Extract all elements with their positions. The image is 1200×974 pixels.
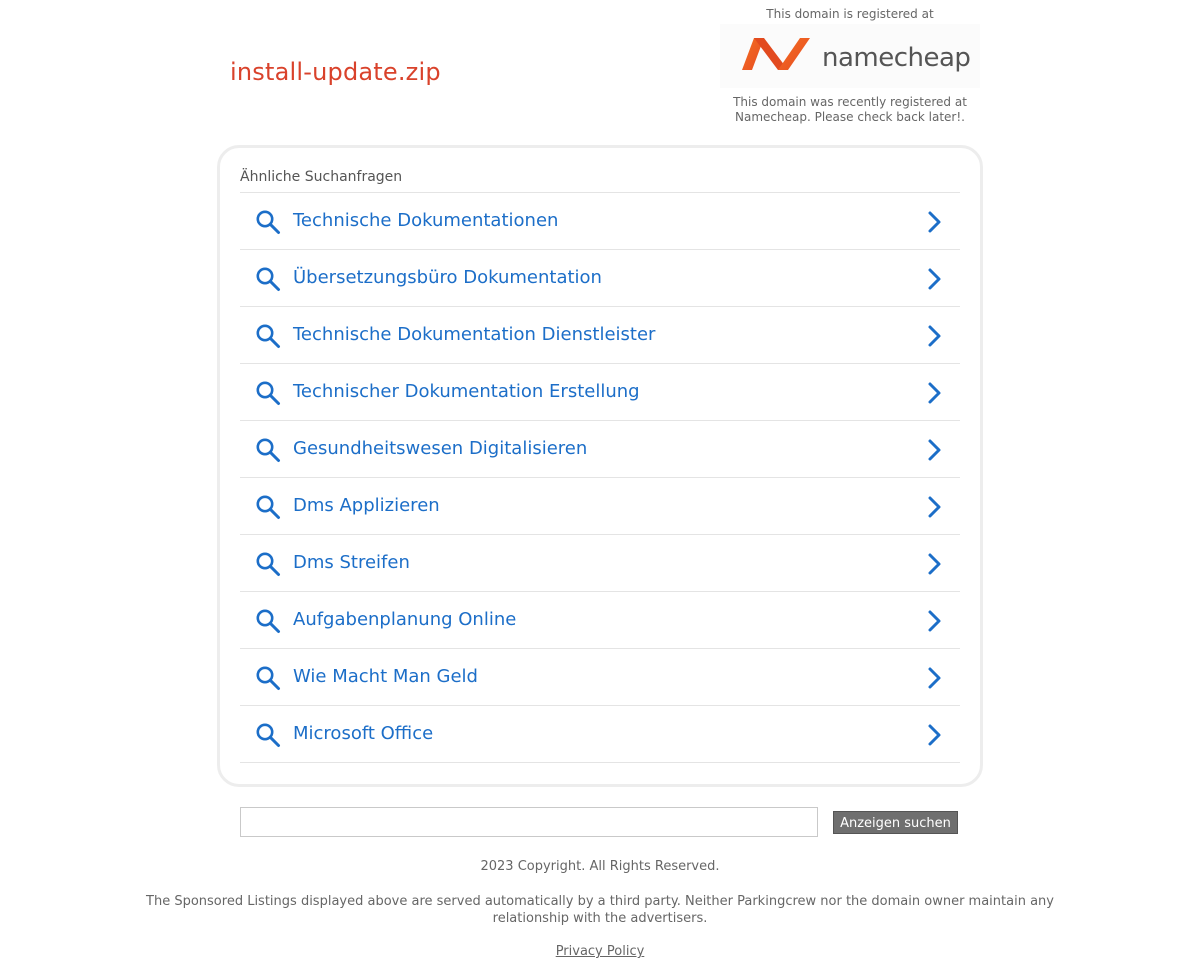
chevron-right-icon bbox=[924, 437, 946, 467]
search-icon bbox=[255, 551, 281, 581]
related-search-label: Dms Streifen bbox=[293, 552, 410, 573]
related-search-link[interactable]: Aufgabenplanung Online bbox=[240, 592, 960, 649]
domain-title: install-update.zip bbox=[230, 58, 441, 86]
chevron-right-icon bbox=[924, 266, 946, 296]
related-search-link[interactable]: Wie Macht Man Geld bbox=[240, 649, 960, 706]
chevron-right-icon bbox=[924, 551, 946, 581]
related-search-label: Microsoft Office bbox=[293, 723, 434, 744]
disclaimer-text: The Sponsored Listings displayed above a… bbox=[146, 894, 1054, 926]
registrar-top-text: This domain is registered at bbox=[766, 7, 934, 21]
chevron-right-icon bbox=[924, 608, 946, 638]
related-search-link[interactable]: Technische Dokumentation Dienstleister bbox=[240, 307, 960, 364]
related-search-label: Dms Applizieren bbox=[293, 495, 440, 516]
related-search-link[interactable]: Technischer Dokumentation Erstellung bbox=[240, 364, 960, 421]
chevron-right-icon bbox=[924, 722, 946, 752]
chevron-right-icon bbox=[924, 494, 946, 524]
related-search-label: Aufgabenplanung Online bbox=[293, 609, 517, 630]
related-search-label: Technische Dokumentation Dienstleister bbox=[293, 324, 656, 345]
related-search-label: Technischer Dokumentation Erstellung bbox=[293, 381, 640, 402]
registrar-bottom-text: This domain was recently registered at N… bbox=[733, 95, 967, 124]
related-search-link[interactable]: Dms Streifen bbox=[240, 535, 960, 592]
related-search-label: Technische Dokumentationen bbox=[293, 210, 559, 231]
search-input[interactable] bbox=[240, 807, 818, 837]
chevron-right-icon bbox=[924, 209, 946, 239]
related-search-label: Wie Macht Man Geld bbox=[293, 666, 478, 687]
related-search-label: Gesundheitswesen Digitalisieren bbox=[293, 438, 588, 459]
related-searches-heading: Ähnliche Suchanfragen bbox=[240, 169, 403, 185]
copyright-text: 2023 Copyright. All Rights Reserved. bbox=[480, 859, 720, 874]
search-icon bbox=[255, 494, 281, 524]
related-search-link[interactable]: Übersetzungsbüro Dokumentation bbox=[240, 250, 960, 307]
search-ads-button[interactable]: Anzeigen suchen bbox=[833, 811, 958, 834]
chevron-right-icon bbox=[924, 323, 946, 353]
search-icon bbox=[255, 437, 281, 467]
related-search-link[interactable]: Dms Applizieren bbox=[240, 478, 960, 535]
namecheap-wordmark: namecheap bbox=[822, 43, 971, 73]
search-icon bbox=[255, 266, 281, 296]
namecheap-logo-icon bbox=[742, 38, 810, 70]
chevron-right-icon bbox=[924, 380, 946, 410]
related-search-link[interactable]: Gesundheitswesen Digitalisieren bbox=[240, 421, 960, 478]
search-icon bbox=[255, 608, 281, 638]
related-search-link[interactable]: Microsoft Office bbox=[240, 706, 960, 763]
namecheap-logo[interactable]: namecheap bbox=[720, 24, 980, 88]
privacy-policy-link[interactable]: Privacy Policy bbox=[556, 944, 645, 959]
search-icon bbox=[255, 323, 281, 353]
search-icon bbox=[255, 665, 281, 695]
privacy-policy: Privacy Policy bbox=[0, 944, 1200, 959]
search-icon bbox=[255, 380, 281, 410]
related-search-label: Übersetzungsbüro Dokumentation bbox=[293, 267, 602, 288]
related-searches-list: Technische Dokumentationen Übersetzungsb… bbox=[240, 192, 960, 763]
search-icon bbox=[255, 209, 281, 239]
chevron-right-icon bbox=[924, 665, 946, 695]
search-icon bbox=[255, 722, 281, 752]
related-search-link[interactable]: Technische Dokumentationen bbox=[240, 193, 960, 250]
